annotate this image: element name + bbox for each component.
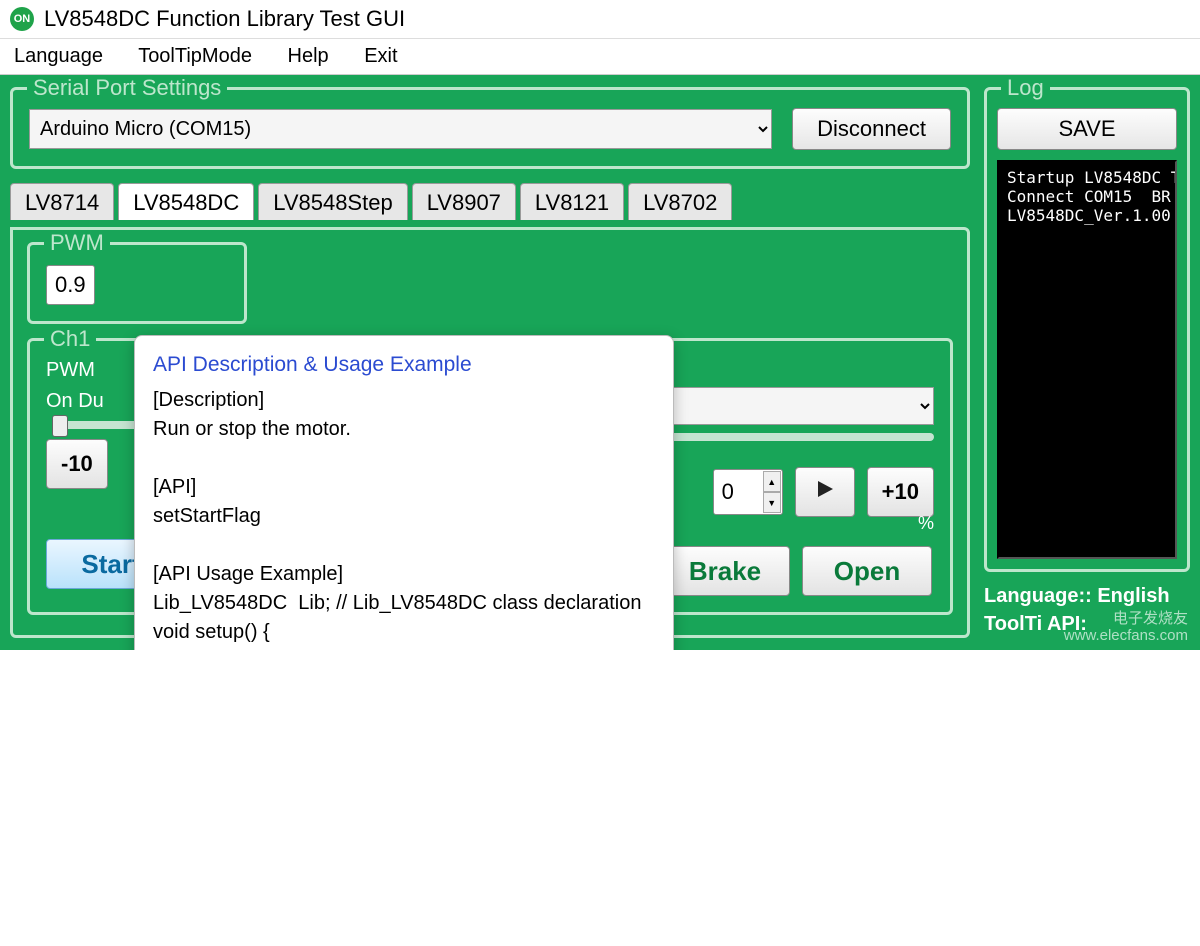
ch2-play-button[interactable] [795, 467, 855, 517]
app-icon: ON [10, 7, 34, 31]
api-tooltip: API Description & Usage Example [Descrip… [134, 335, 674, 650]
tab-lv8548step[interactable]: LV8548Step [258, 183, 407, 220]
device-tabs: LV8714 LV8548DC LV8548Step LV8907 LV8121… [10, 183, 970, 220]
status-tooltip: ToolTi API: [984, 610, 1190, 638]
log-group: Log SAVE Startup LV8548DC T Connect COM1… [984, 87, 1190, 572]
tooltip-body: [Description] Run or stop the motor. [AP… [153, 386, 655, 650]
serial-port-select[interactable]: Arduino Micro (COM15) [29, 109, 772, 149]
ch1-legend: Ch1 [44, 326, 96, 352]
menu-exit[interactable]: Exit [364, 45, 397, 67]
window-title: LV8548DC Function Library Test GUI [44, 6, 405, 32]
pwm-frequency-value[interactable]: 0.9 [46, 265, 95, 305]
status-footer: Language:: English ToolTi API: [984, 582, 1190, 638]
log-output: Startup LV8548DC T Connect COM15 BR LV85… [997, 160, 1177, 559]
serial-port-settings-group: Serial Port Settings Arduino Micro (COM1… [10, 87, 970, 169]
play-icon [815, 479, 835, 499]
log-save-button[interactable]: SAVE [997, 108, 1177, 150]
ch1-pwm-label: PWM [46, 359, 95, 382]
log-legend: Log [1001, 75, 1050, 101]
tab-lv8121[interactable]: LV8121 [520, 183, 624, 220]
ch2-brake-button[interactable]: Brake [660, 546, 790, 596]
ch2-open-button[interactable]: Open [802, 546, 932, 596]
status-language: Language:: English [984, 582, 1190, 610]
tab-lv8714[interactable]: LV8714 [10, 183, 114, 220]
menu-tooltipmode[interactable]: ToolTipMode [138, 45, 252, 67]
ch1-slider-thumb[interactable] [52, 415, 68, 437]
spinner-down-icon[interactable]: ▼ [763, 492, 781, 513]
ch2-percent-label: % [918, 513, 934, 534]
disconnect-button[interactable]: Disconnect [792, 108, 951, 150]
ch1-minus10-button[interactable]: -10 [46, 439, 108, 489]
tab-lv8548dc[interactable]: LV8548DC [118, 183, 254, 220]
title-bar: ON LV8548DC Function Library Test GUI [0, 0, 1200, 38]
ch2-duty-spinner[interactable]: ▲ ▼ [713, 469, 783, 515]
tooltip-title: API Description & Usage Example [153, 350, 655, 380]
serial-legend: Serial Port Settings [27, 75, 227, 101]
tab-lv8702[interactable]: LV8702 [628, 183, 732, 220]
ch1-onduty-label: On Du [46, 390, 104, 413]
menu-help[interactable]: Help [288, 45, 329, 67]
spinner-up-icon[interactable]: ▲ [763, 471, 781, 492]
pwm-legend: PWM [44, 230, 110, 256]
ch2-plus10-button[interactable]: +10 [867, 467, 934, 517]
menu-language[interactable]: Language [14, 45, 103, 67]
tab-lv8907[interactable]: LV8907 [412, 183, 516, 220]
menu-bar: Language ToolTipMode Help Exit [0, 38, 1200, 75]
pwm-frequency-group: PWM 0.9 [27, 242, 247, 324]
